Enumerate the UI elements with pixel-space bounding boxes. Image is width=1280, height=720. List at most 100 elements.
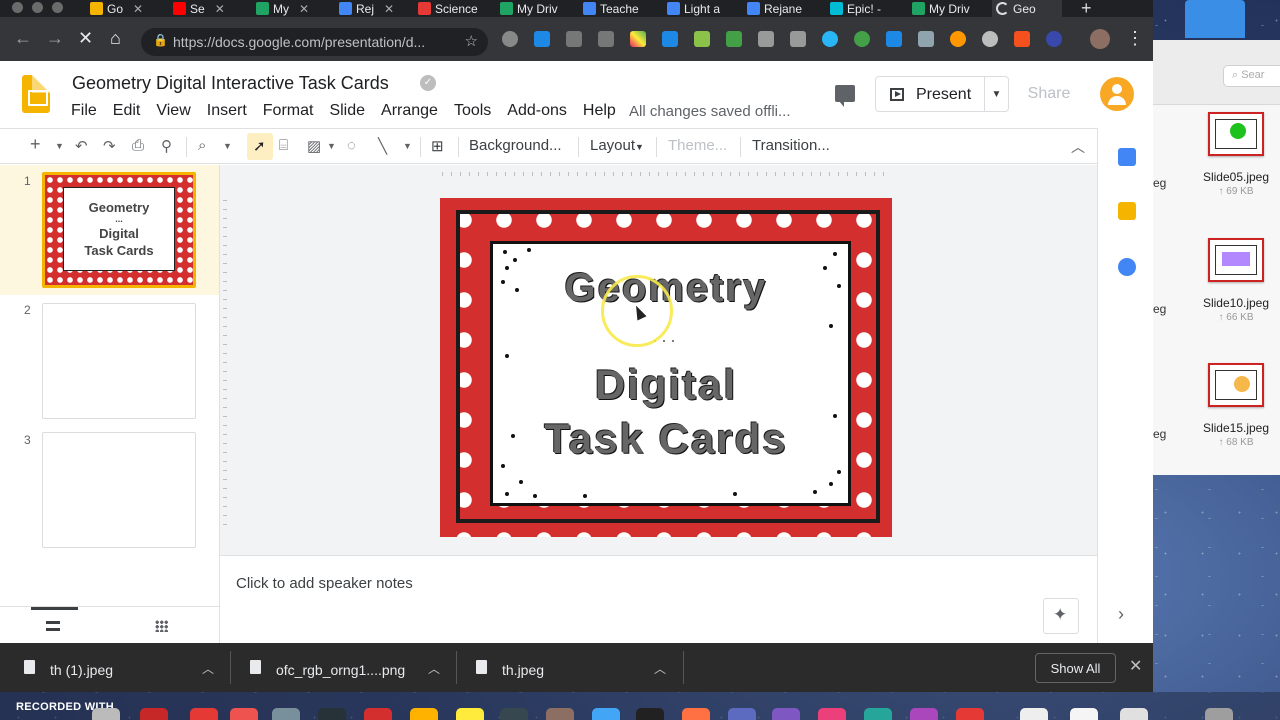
finder-file[interactable]: Slide10.jpeg ↑ 66 KB — [1193, 238, 1279, 323]
extension-icon[interactable] — [534, 31, 550, 47]
extension-icon[interactable] — [982, 31, 998, 47]
back-icon[interactable]: ← — [14, 28, 32, 49]
dock-app-icon[interactable] — [1020, 708, 1048, 720]
close-tab-icon[interactable]: ✕ — [133, 2, 143, 16]
close-tab-icon[interactable]: ✕ — [384, 2, 394, 16]
extension-icon[interactable] — [566, 31, 582, 47]
offline-status-icon[interactable]: ✓ — [420, 75, 436, 91]
print-icon[interactable]: ⎙ — [132, 137, 144, 154]
dock-app-icon[interactable] — [818, 708, 846, 720]
download-item[interactable]: ofc_rgb_orng1....png ︿ — [250, 643, 450, 692]
finder-file[interactable]: Slide05.jpeg ↑ 69 KB — [1193, 112, 1279, 197]
menu-edit[interactable]: Edit — [113, 102, 141, 120]
extension-icon[interactable] — [1046, 31, 1062, 47]
extension-icon[interactable] — [502, 31, 518, 47]
speaker-notes[interactable]: Click to add speaker notes — [220, 555, 1097, 643]
menu-slide[interactable]: Slide — [329, 102, 365, 120]
menu-insert[interactable]: Insert — [207, 102, 247, 120]
shape-icon[interactable]: ◌ — [347, 137, 356, 154]
slides-logo-icon[interactable] — [22, 75, 50, 113]
folder-icon[interactable] — [1185, 0, 1245, 38]
browser-tab[interactable]: My Driv — [500, 0, 575, 17]
line-icon[interactable]: ╲ — [378, 137, 387, 155]
calendar-icon[interactable] — [1118, 148, 1136, 166]
dock-app-icon[interactable] — [956, 708, 984, 720]
extension-icon[interactable] — [822, 31, 838, 47]
minimize-window-button[interactable] — [32, 2, 43, 13]
extension-icon[interactable] — [790, 31, 806, 47]
extension-icon[interactable] — [662, 31, 678, 47]
forward-icon[interactable]: → — [46, 28, 64, 49]
menu-file[interactable]: File — [71, 102, 97, 120]
present-button[interactable]: Present — [875, 76, 985, 112]
background-button[interactable]: Background... — [469, 137, 562, 154]
menu-arrange[interactable]: Arrange — [381, 102, 438, 120]
browser-tab[interactable]: Teache — [583, 0, 658, 17]
filmstrip-slide[interactable]: 1 Geometry ... Digital Task Cards — [0, 165, 219, 295]
extension-icon[interactable] — [630, 31, 646, 47]
dock-app-icon[interactable] — [636, 708, 664, 720]
extension-icon[interactable] — [1014, 31, 1030, 47]
collapse-toolbar-icon[interactable]: ︿ — [1071, 137, 1085, 157]
dock-app-icon[interactable] — [682, 708, 710, 720]
dock-app-icon[interactable] — [410, 708, 438, 720]
add-comment-icon[interactable]: ⊞ — [431, 137, 444, 155]
menu-help[interactable]: Help — [583, 102, 616, 120]
extension-icon[interactable] — [598, 31, 614, 47]
explore-button[interactable] — [1043, 598, 1079, 634]
browser-tab[interactable]: Light a — [667, 0, 742, 17]
dock-app-icon[interactable] — [910, 708, 938, 720]
dock-app-icon[interactable] — [546, 708, 574, 720]
document-title[interactable]: Geometry Digital Interactive Task Cards — [72, 73, 389, 94]
extension-icon[interactable] — [726, 31, 742, 47]
extension-icon[interactable] — [694, 31, 710, 47]
image-dropdown-icon[interactable]: ▼ — [327, 141, 336, 151]
extension-icon[interactable] — [950, 31, 966, 47]
new-slide-dropdown-icon[interactable]: ▼ — [55, 141, 64, 151]
menu-format[interactable]: Format — [263, 102, 314, 120]
zoom-window-button[interactable] — [52, 2, 63, 13]
dock-app-icon[interactable] — [190, 708, 218, 720]
close-tab-icon[interactable]: ✕ — [299, 2, 309, 16]
undo-icon[interactable]: ↶ — [75, 137, 88, 155]
dock-app-icon[interactable] — [140, 708, 168, 720]
menu-tools[interactable]: Tools — [454, 102, 491, 120]
speaker-notes-placeholder[interactable]: Click to add speaker notes — [236, 575, 413, 592]
paint-format-icon[interactable]: ⚲ — [161, 137, 172, 155]
comments-icon[interactable] — [835, 85, 855, 107]
close-window-button[interactable] — [12, 2, 23, 13]
dock-app-icon[interactable] — [364, 708, 392, 720]
browser-tab[interactable]: Science — [418, 0, 493, 17]
grid-view-icon[interactable] — [155, 620, 168, 632]
bookmark-star-icon[interactable]: ☆ — [465, 32, 478, 50]
chevron-up-icon[interactable]: ︿ — [428, 660, 440, 677]
url-input[interactable]: 🔒 https://docs.google.com/presentation/d… — [141, 28, 488, 56]
dock-app-icon[interactable] — [592, 708, 620, 720]
share-button[interactable]: Share — [1019, 76, 1079, 112]
download-item[interactable]: th.jpeg ︿ — [476, 643, 676, 692]
browser-tab[interactable]: Go ✕ — [90, 0, 162, 17]
filmstrip-view-icon[interactable] — [46, 621, 60, 631]
redo-icon[interactable]: ↷ — [103, 137, 116, 155]
zoom-icon[interactable]: ⌕ — [198, 137, 206, 154]
download-item[interactable]: th (1).jpeg ︿ — [24, 643, 224, 692]
slide-subtitle[interactable]: Digital Task Cards — [440, 358, 892, 466]
dock-app-icon[interactable] — [1070, 708, 1098, 720]
menu-view[interactable]: View — [156, 102, 190, 120]
show-all-button[interactable]: Show All — [1035, 653, 1116, 683]
current-slide[interactable]: Geometry ... Digital Task Cards — [440, 198, 892, 537]
dock-app-icon[interactable] — [772, 708, 800, 720]
home-icon[interactable]: ⌂ — [110, 28, 121, 49]
browser-tab[interactable]: My ✕ — [256, 0, 328, 17]
keep-icon[interactable] — [1118, 202, 1136, 220]
transition-button[interactable]: Transition... — [752, 137, 830, 154]
image-icon[interactable]: ▨ — [307, 137, 321, 155]
extension-icon[interactable] — [918, 31, 934, 47]
browser-tab-active[interactable]: Geo — [992, 0, 1062, 17]
extension-icon[interactable] — [854, 31, 870, 47]
theme-button[interactable]: Theme... — [668, 137, 727, 154]
menu-addons[interactable]: Add-ons — [507, 102, 567, 120]
browser-tab[interactable]: Rej ✕ — [339, 0, 411, 17]
browser-tab[interactable]: Rejane — [747, 0, 822, 17]
chevron-up-icon[interactable]: ︿ — [654, 660, 666, 677]
